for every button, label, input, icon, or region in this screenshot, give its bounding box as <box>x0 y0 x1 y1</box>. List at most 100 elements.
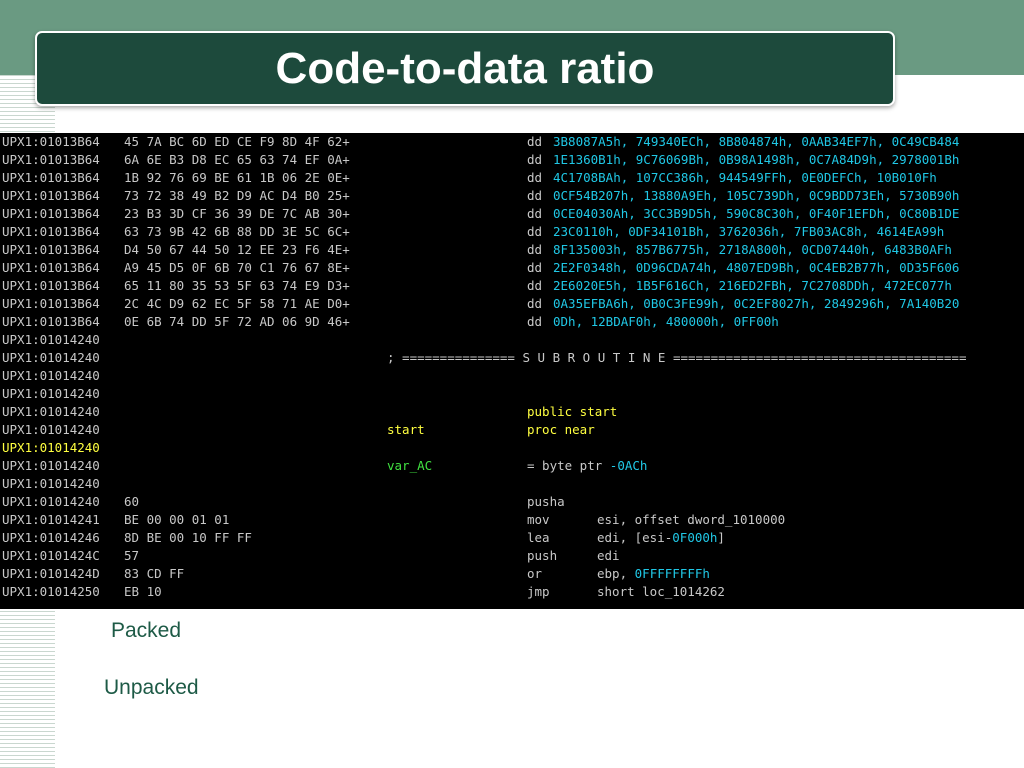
byte-dump: EB 10 <box>124 584 162 599</box>
code-row: UPX1:01014250 EB 10 jmp short loc_101426… <box>0 583 1024 601</box>
data-row: UPX1:01013B64 63 73 9B 42 6B 88 DD 3E 5C… <box>0 223 1024 241</box>
mnemonic: or <box>527 566 543 581</box>
dd-values: 4C1708BAh, 107CC386h, 944549FFh, 0E0DEFC… <box>553 170 937 185</box>
byte-dump: 73 72 38 49 B2 D9 AC D4 B0 25+ <box>124 188 350 203</box>
dd-directive: dd <box>527 206 543 221</box>
data-row: UPX1:01013B64 73 72 38 49 B2 D9 AC D4 B0… <box>0 187 1024 205</box>
mnemonic: pusha <box>527 494 565 509</box>
dd-directive: dd <box>527 260 543 275</box>
operand-constant: 0FFFFFFFFh <box>634 566 710 581</box>
data-row: UPX1:01013B64 A9 45 D5 0F 6B 70 C1 76 67… <box>0 259 1024 277</box>
address: UPX1:0101424C <box>2 548 100 563</box>
dd-values: 0CF54B207h, 13880A9Eh, 105C739Dh, 0C9BDD… <box>553 188 960 203</box>
data-row: UPX1:01013B64 2C 4C D9 62 EC 5F 58 71 AE… <box>0 295 1024 313</box>
dd-values: 2E2F0348h, 0D96CDA74h, 4807ED9Bh, 0C4EB2… <box>553 260 960 275</box>
separator-row: UPX1:01014240 ; =============== S U B R … <box>0 349 1024 367</box>
public-start-directive: public start <box>527 404 618 419</box>
address: UPX1:01013B64 <box>2 206 100 221</box>
byte-dump: 0E 6B 74 DD 5F 72 AD 06 9D 46+ <box>124 314 350 329</box>
address: UPX1:01014240 <box>2 404 100 419</box>
address: UPX1:01013B64 <box>2 134 100 149</box>
byte-dump: 45 7A BC 6D ED CE F9 8D 4F 62+ <box>124 134 350 149</box>
public-start-row: UPX1:01014240 public start <box>0 403 1024 421</box>
dd-values: 0Dh, 12BDAF0h, 480000h, 0FF00h <box>553 314 779 329</box>
operands: short loc_1014262 <box>597 584 725 599</box>
byte-dump: 6A 6E B3 D8 EC 65 63 74 EF 0A+ <box>124 152 350 167</box>
dd-directive: dd <box>527 314 543 329</box>
address: UPX1:01013B64 <box>2 152 100 167</box>
address: UPX1:01014240 <box>2 368 100 383</box>
blank-row: UPX1:01014240 <box>0 331 1024 349</box>
address: UPX1:01013B64 <box>2 278 100 293</box>
address: UPX1:01014241 <box>2 512 100 527</box>
blank-row: UPX1:01014240 <box>0 385 1024 403</box>
byte-dump: 8D BE 00 10 FF FF <box>124 530 252 545</box>
byte-dump: BE 00 00 01 01 <box>124 512 230 527</box>
caption-packed: Packed <box>111 619 182 642</box>
data-row: UPX1:01013B64 23 B3 3D CF 36 39 DE 7C AB… <box>0 205 1024 223</box>
mnemonic: jmp <box>527 584 550 599</box>
byte-dump: 57 <box>124 548 140 563</box>
address: UPX1:01014240 <box>2 350 100 365</box>
data-row: UPX1:01013B64 0E 6B 74 DD 5F 72 AD 06 9D… <box>0 313 1024 331</box>
var-label: var_AC <box>387 458 433 473</box>
var-row: UPX1:01014240 var_AC = byte ptr -0ACh <box>0 457 1024 475</box>
data-row: UPX1:01013B64 D4 50 67 44 50 12 EE 23 F6… <box>0 241 1024 259</box>
dd-directive: dd <box>527 242 543 257</box>
address: UPX1:01014250 <box>2 584 100 599</box>
dd-directive: dd <box>527 152 543 167</box>
data-row: UPX1:01013B64 6A 6E B3 D8 EC 65 63 74 EF… <box>0 151 1024 169</box>
byte-dump: 2C 4C D9 62 EC 5F 58 71 AE D0+ <box>124 296 350 311</box>
dd-directive: dd <box>527 278 543 293</box>
dd-values: 3B8087A5h, 749340ECh, 8B804874h, 0AAB34E… <box>553 134 960 149</box>
address: UPX1:01013B64 <box>2 314 100 329</box>
dd-directive: dd <box>527 224 543 239</box>
highlighted-row: UPX1:01014240 <box>0 439 1024 457</box>
code-row: UPX1:01014240 60 pusha <box>0 493 1024 511</box>
start-label: start <box>387 422 425 437</box>
address: UPX1:01013B64 <box>2 242 100 257</box>
subroutine-separator: ; =============== S U B R O U T I N E ==… <box>387 350 967 365</box>
dd-values: 0CE04030Ah, 3CC3B9D5h, 590C8C30h, 0F40F1… <box>553 206 960 221</box>
byte-dump: 63 73 9B 42 6B 88 DD 3E 5C 6C+ <box>124 224 350 239</box>
dd-directive: dd <box>527 188 543 203</box>
address: UPX1:01014246 <box>2 530 100 545</box>
slide-title: Code-to-data ratio <box>275 43 655 93</box>
address: UPX1:01013B64 <box>2 260 100 275</box>
byte-dump: 1B 92 76 69 BE 61 1B 06 2E 0E+ <box>124 170 350 185</box>
operand-constant: 0F000h <box>672 530 718 545</box>
dd-values: 1E1360B1h, 9C76069Bh, 0B98A1498h, 0C7A84… <box>553 152 960 167</box>
dd-values: 2E6020E5h, 1B5F616Ch, 216ED2FBh, 7C2708D… <box>553 278 952 293</box>
mnemonic: lea <box>527 530 550 545</box>
byte-dump: 83 CD FF <box>124 566 185 581</box>
address: UPX1:01014240 <box>2 494 100 509</box>
title-box: Code-to-data ratio <box>35 31 895 106</box>
proc-near-directive: proc near <box>527 422 595 437</box>
code-row: UPX1:0101424D 83 CD FF or ebp, 0FFFFFFFF… <box>0 565 1024 583</box>
operands: edi, [esi-0F000h] <box>597 529 725 547</box>
dd-directive: dd <box>527 170 543 185</box>
operand-text: edi, [esi- <box>597 530 673 545</box>
dd-values: 8F135003h, 857B6775h, 2718A800h, 0CD0744… <box>553 242 952 257</box>
byte-dump: 60 <box>124 494 140 509</box>
address: UPX1:01014240 <box>2 422 100 437</box>
dd-values: 0A35EFBA6h, 0B0C3FE99h, 0C2EF8027h, 2849… <box>553 296 960 311</box>
byte-dump: 65 11 80 35 53 5F 63 74 E9 D3+ <box>124 278 350 293</box>
data-row: UPX1:01013B64 45 7A BC 6D ED CE F9 8D 4F… <box>0 133 1024 151</box>
var-def-prefix: = byte ptr <box>527 458 610 473</box>
dd-values: 23C0110h, 0DF34101Bh, 3762036h, 7FB03AC8… <box>553 224 945 239</box>
dd-directive: dd <box>527 134 543 149</box>
byte-dump: D4 50 67 44 50 12 EE 23 F6 4E+ <box>124 242 350 257</box>
data-row: UPX1:01013B64 1B 92 76 69 BE 61 1B 06 2E… <box>0 169 1024 187</box>
mnemonic: push <box>527 548 558 563</box>
address: UPX1:01013B64 <box>2 224 100 239</box>
caption-unpacked: Unpacked <box>104 676 199 699</box>
byte-dump: 23 B3 3D CF 36 39 DE 7C AB 30+ <box>124 206 350 221</box>
byte-dump: A9 45 D5 0F 6B 70 C1 76 67 8E+ <box>124 260 350 275</box>
highlighted-address: UPX1:01014240 <box>2 440 100 455</box>
proc-start-row: UPX1:01014240 start proc near <box>0 421 1024 439</box>
operand-tail: ] <box>717 530 725 545</box>
code-row: UPX1:01014241 BE 00 00 01 01 mov esi, of… <box>0 511 1024 529</box>
operands: edi <box>597 548 620 563</box>
blank-row: UPX1:01014240 <box>0 367 1024 385</box>
